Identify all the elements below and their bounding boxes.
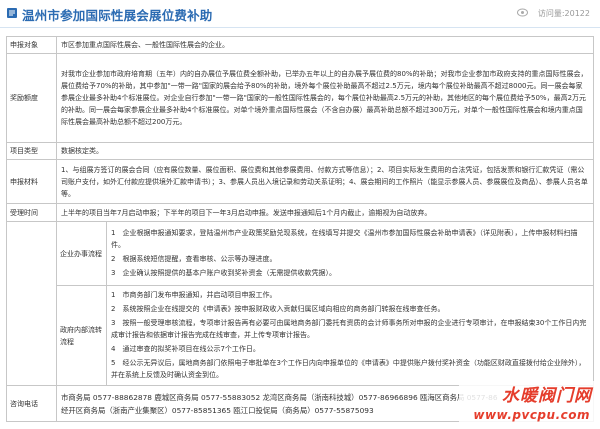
document-icon	[7, 8, 17, 18]
policy-table: 申报对象 市区参加重点国际性展会、一般性国际性展会的企业。 奖励额度 对我市企业…	[6, 36, 594, 422]
table-row-gov: 政府内部流转流程 1 市商务部门发布申报通知，并启动项目申报工作。 2 系统按照…	[7, 285, 594, 386]
table-row-target: 申报对象 市区参加重点国际性展会、一般性国际性展会的企业。	[6, 36, 594, 54]
page-title: 温州市参加国际性展会展位费补助	[22, 8, 213, 23]
list-item: 1 市商务部门发布申报通知，并启动项目申报工作。	[111, 290, 277, 299]
label-target: 申报对象	[6, 36, 57, 54]
list-item: 2 系统按照企业在线提交的《申请表》按申报财政收入贡献归属区域向相应的商务部门转…	[111, 304, 445, 313]
label-type: 项目类型	[6, 142, 57, 160]
list-item: 5 经公示无异议后，属地商务部门依照电子审批单在3个工作日内向申报单位的《申请表…	[111, 358, 586, 379]
table-row-materials: 申报材料 1、与组展方签订的展会合同（应有展位数量、展位面积、展位费和其他参展费…	[6, 159, 594, 204]
watermark-url: www.pvcpu.com	[473, 408, 590, 422]
list-item: 2 根据系统短信提醒，查看审核、公示等办理进度。	[111, 254, 277, 263]
table-row-process: 企业办事流程 1 企业根据申报通知要求，登陆温州市产业政策奖励兑现系统，在线填写…	[6, 221, 594, 386]
page-header: 温州市参加国际性展会展位费补助 访问量:20122	[0, 0, 600, 28]
value-time: 上半年的项目当年7月启动申报；下半年的项目下一年3月启动申报。发送申报通知后1个…	[56, 203, 594, 222]
table-row-award: 奖励额度 对我市企业参加市政府培育期（五年）内的自办展位予展位费全额补助，已举办…	[6, 53, 594, 143]
value-gov: 1 市商务部门发布申报通知，并启动项目申报工作。 2 系统按照企业在线提交的《申…	[106, 285, 594, 386]
list-item: 3 按照一般受理审核流程，专项审计报告再有必要可由属地商务部门委托有资质的会计师…	[111, 318, 587, 339]
label-time: 受理时间	[6, 203, 57, 222]
value-target: 市区参加重点国际性展会、一般性国际性展会的企业。	[56, 36, 594, 54]
value-award: 对我市企业参加市政府培育期（五年）内的自办展位予展位费全额补助，已举办五年以上的…	[56, 53, 594, 143]
list-item: 4 通过审查的拟奖补项目在线公示7个工作日。	[111, 344, 260, 353]
view-count: 访问量:20122	[537, 9, 590, 18]
watermark-brand: 水暖阀门网	[502, 386, 592, 406]
eye-icon	[517, 8, 528, 17]
table-row-time: 受理时间 上半年的项目当年7月启动申报；下半年的项目下一年3月启动申报。发送申报…	[6, 203, 594, 222]
list-item: 1 企业根据申报通知要求，登陆温州市产业政策奖励兑现系统，在线填写并提交《温州市…	[111, 228, 578, 249]
label-process-group	[6, 221, 57, 386]
list-item: 3 企业确认按照提供的基本户账户收到奖补资金（无需提供收款凭据）。	[111, 268, 336, 277]
value-materials: 1、与组展方签订的展会合同（应有展位数量、展位面积、展位费和其他参展费用、付款方…	[56, 159, 594, 204]
label-gov: 政府内部流转流程	[56, 285, 107, 386]
table-row-type: 项目类型 数据核定类。	[6, 142, 594, 160]
site-watermark: 水暖阀门网 www.pvcpu.com	[459, 381, 594, 427]
value-process: 1 企业根据申报通知要求，登陆温州市产业政策奖励兑现系统，在线填写并提交《温州市…	[106, 221, 594, 286]
label-contact: 咨询电话	[6, 385, 57, 422]
value-type: 数据核定类。	[56, 142, 594, 160]
label-award: 奖励额度	[6, 53, 57, 143]
label-materials: 申报材料	[6, 159, 57, 204]
label-process: 企业办事流程	[56, 221, 107, 286]
